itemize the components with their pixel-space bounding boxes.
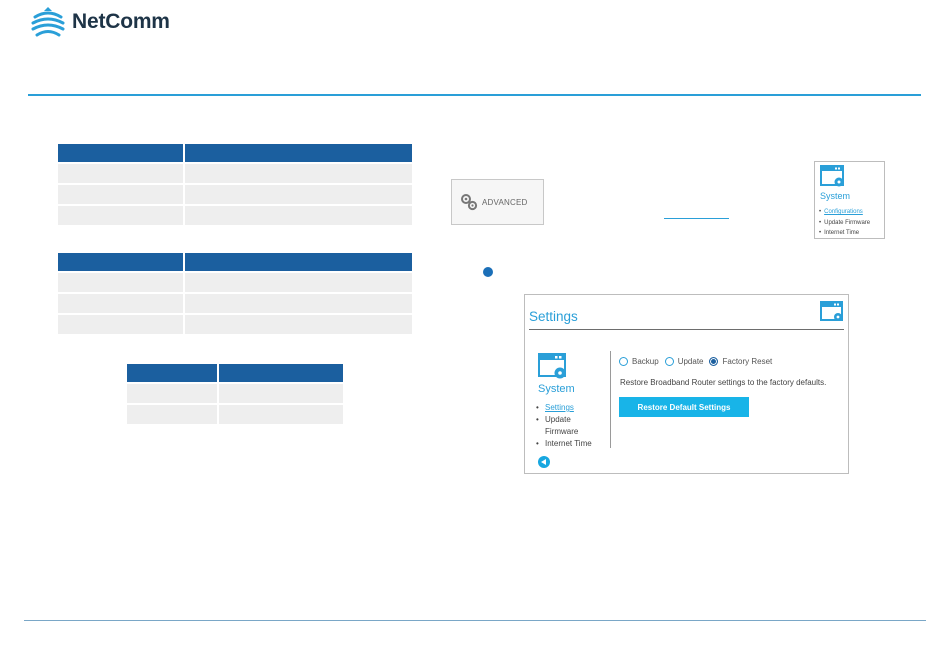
radio-backup[interactable]: Backup — [619, 357, 659, 366]
table-row — [58, 314, 412, 336]
netcomm-logo: NetComm — [31, 4, 170, 40]
nav-item-settings[interactable]: Settings — [536, 402, 606, 414]
nav-item-update-firmware[interactable]: UpdateFirmware — [536, 414, 606, 438]
settings-radio-group: Backup Update Factory Reset — [619, 357, 778, 366]
table-row — [58, 163, 412, 185]
system-window-icon — [820, 301, 843, 321]
radio-factory-reset[interactable]: Factory Reset — [709, 357, 772, 366]
table-1 — [58, 144, 412, 227]
advanced-button-label: ADVANCED — [482, 197, 528, 207]
vertical-divider — [610, 351, 611, 448]
footer-divider — [24, 620, 926, 621]
table-header-row — [58, 253, 412, 273]
menu-item-internet-time[interactable]: Internet Time — [819, 228, 870, 239]
table-3 — [127, 364, 343, 426]
menu-item-update-firmware[interactable]: Update Firmware — [819, 218, 870, 229]
table-row — [127, 383, 343, 405]
settings-divider — [529, 329, 844, 330]
radio-update[interactable]: Update — [664, 357, 703, 366]
table-row — [58, 272, 412, 294]
gears-icon — [461, 194, 478, 211]
settings-title: Settings — [529, 309, 578, 324]
system-nav: Settings UpdateFirmware Internet Time — [536, 402, 606, 450]
settings-panel: Settings System Settings UpdateFirmware … — [524, 294, 849, 474]
system-card-title: System — [820, 191, 851, 201]
system-window-icon — [820, 165, 844, 187]
restore-default-settings-button[interactable]: Restore Default Settings — [619, 397, 749, 417]
system-section-title: System — [538, 383, 575, 395]
system-window-icon — [538, 353, 566, 379]
brand-name: NetComm — [72, 10, 170, 33]
back-arrow-icon[interactable] — [538, 456, 550, 468]
advanced-button[interactable]: ADVANCED — [451, 179, 544, 225]
table-row — [58, 293, 412, 315]
factory-reset-description: Restore Broadband Router settings to the… — [620, 378, 827, 387]
wifi-logo-icon — [31, 7, 65, 37]
table-header-row — [127, 364, 343, 384]
table-2 — [58, 253, 412, 336]
system-card-menu: Configurations Update Firmware Internet … — [819, 207, 870, 239]
table-row — [58, 205, 412, 227]
link-underline — [664, 218, 729, 219]
menu-item-configurations[interactable]: Configurations — [819, 207, 870, 218]
table-row — [58, 184, 412, 206]
radio-circle[interactable] — [664, 357, 674, 366]
nav-item-internet-time[interactable]: Internet Time — [536, 438, 606, 450]
step-bullet-icon — [483, 267, 493, 277]
system-card: System Configurations Update Firmware In… — [814, 161, 885, 239]
table-row — [127, 404, 343, 426]
radio-circle-selected[interactable] — [709, 357, 719, 366]
radio-circle[interactable] — [619, 357, 628, 366]
header-divider — [28, 94, 921, 96]
table-header-row — [58, 144, 412, 164]
